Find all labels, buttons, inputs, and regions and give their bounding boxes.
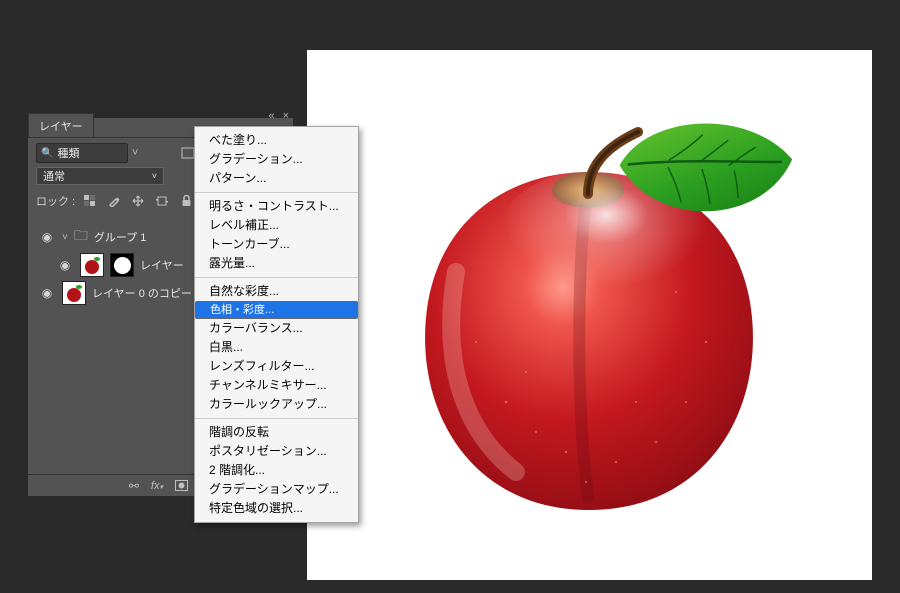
lock-move-icon[interactable] — [129, 192, 147, 210]
menu-item[interactable]: 特定色域の選択... — [195, 499, 358, 518]
blend-mode-select[interactable]: 通常 ˅ — [36, 167, 164, 185]
chevron-down-icon: ˅ — [152, 171, 157, 181]
lock-artboard-icon[interactable] — [153, 192, 171, 210]
lock-label: ロック : — [36, 193, 75, 209]
menu-item[interactable]: べた塗り... — [195, 131, 358, 150]
panel-controls: « × — [268, 110, 289, 122]
menu-item[interactable]: 2 階調化... — [195, 461, 358, 480]
menu-item[interactable]: 明るさ・コントラスト... — [195, 197, 358, 216]
menu-item[interactable]: 白黒... — [195, 338, 358, 357]
menu-item[interactable]: 自然な彩度... — [195, 282, 358, 301]
lock-paint-icon[interactable] — [105, 192, 123, 210]
menu-item[interactable]: 色相・彩度... — [195, 301, 358, 319]
adjustment-context-menu: べた塗り...グラデーション...パターン... 明るさ・コントラスト...レベル… — [194, 126, 359, 523]
chevron-down-icon[interactable]: ˅ — [62, 232, 68, 243]
visibility-toggle[interactable]: ◉ — [38, 286, 56, 300]
layer-filter-kind[interactable]: 🔍 種類 — [36, 143, 128, 163]
layer-thumb[interactable] — [62, 281, 86, 305]
link-layers-icon[interactable]: ⚯ — [129, 479, 139, 493]
lock-all-icon[interactable] — [177, 192, 195, 210]
close-icon[interactable]: × — [283, 110, 289, 122]
blend-mode-value: 通常 — [43, 168, 65, 184]
menu-item[interactable]: パターン... — [195, 169, 358, 188]
filter-label: 種類 — [57, 145, 79, 161]
layer-thumb[interactable] — [80, 253, 104, 277]
search-icon: 🔍 — [41, 148, 53, 159]
lock-pixels-icon[interactable] — [81, 192, 99, 210]
collapse-icon[interactable]: « — [268, 110, 274, 122]
visibility-toggle[interactable]: ◉ — [38, 230, 56, 244]
menu-item[interactable]: グラデーション... — [195, 150, 358, 169]
document-canvas[interactable] — [307, 50, 872, 580]
menu-item[interactable]: 階調の反転 — [195, 423, 358, 442]
chevron-down-icon[interactable]: ˅ — [132, 147, 138, 159]
menu-item[interactable]: レンズフィルター... — [195, 357, 358, 376]
folder-icon: 🗀 — [74, 225, 88, 249]
tab-layers[interactable]: レイヤー — [28, 113, 94, 137]
menu-item[interactable]: チャンネルミキサー... — [195, 376, 358, 395]
menu-item[interactable]: グラデーションマップ... — [195, 480, 358, 499]
visibility-toggle[interactable]: ◉ — [56, 258, 74, 272]
menu-item[interactable]: ポスタリゼーション... — [195, 442, 358, 461]
menu-item[interactable]: レベル補正... — [195, 216, 358, 235]
menu-item[interactable]: 露光量... — [195, 254, 358, 273]
mask-icon[interactable] — [175, 480, 188, 491]
menu-item[interactable]: カラールックアップ... — [195, 395, 358, 414]
menu-item[interactable]: トーンカーブ... — [195, 235, 358, 254]
mask-thumb[interactable] — [110, 253, 134, 277]
apple-image — [376, 102, 803, 529]
fx-icon[interactable]: fx▾ — [151, 480, 163, 492]
menu-item[interactable]: カラーバランス... — [195, 319, 358, 338]
